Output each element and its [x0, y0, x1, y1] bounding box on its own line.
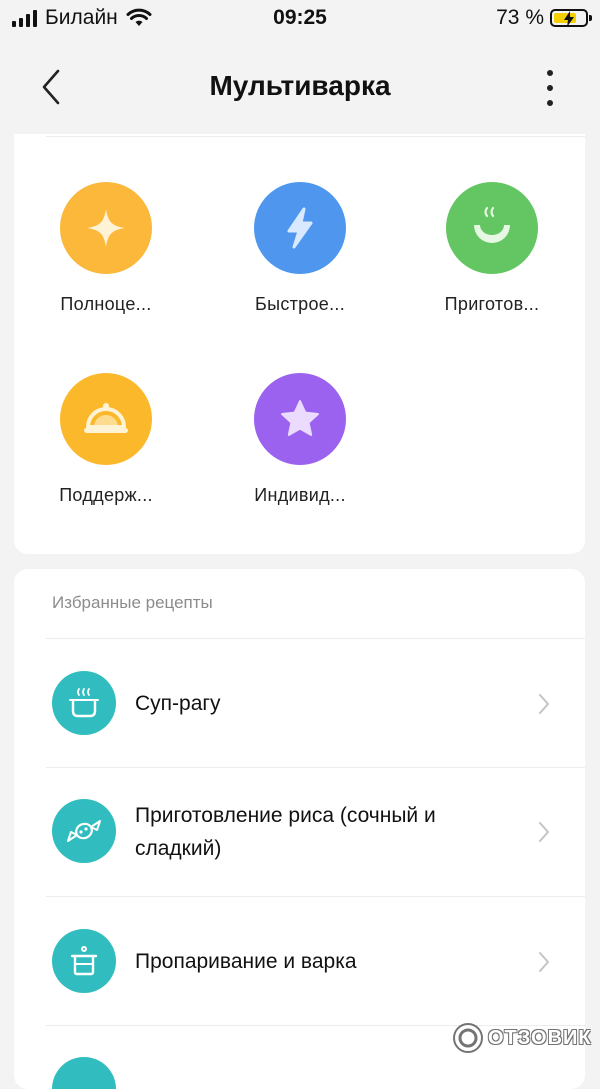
watermark-logo-icon	[453, 1023, 483, 1053]
mode-label: Поддерж...	[59, 485, 153, 505]
mode-item[interactable]: Приготов...	[417, 182, 567, 315]
section-title: Избранные рецепты	[52, 593, 213, 612]
recipe-item[interactable]: Пропаривание и варка	[14, 897, 585, 1025]
chevron-right-icon	[539, 694, 549, 714]
charging-bolt-icon	[564, 11, 574, 27]
app-header: Мультиварка	[0, 50, 600, 125]
watermark: ОТЗОВИК	[452, 1022, 592, 1054]
page-title: Мультиварка	[209, 70, 391, 101]
mode-item[interactable]: Индивид...	[225, 373, 375, 506]
chevron-right-icon	[539, 822, 549, 842]
mode-item[interactable]: Поддерж...	[31, 373, 181, 506]
mode-item[interactable]: Полноце...	[31, 182, 181, 315]
watermark-text: ОТЗОВИК	[488, 1026, 592, 1049]
battery-percent: 73 %	[496, 6, 544, 29]
favorite-recipes-card: Избранные рецепты Суп-рагу Приготовление…	[14, 569, 585, 1089]
candy-icon	[52, 799, 116, 863]
recipe-label: Суп-рагу	[135, 692, 221, 715]
mode-label: Индивид...	[254, 485, 346, 505]
status-bar: Билайн 09:25 73 %	[0, 0, 600, 40]
mode-label: Приготов...	[444, 294, 540, 314]
mode-item[interactable]: Быстрое...	[225, 182, 375, 315]
mode-label: Полноце...	[60, 294, 152, 314]
battery-icon	[550, 9, 592, 27]
recipe-label: Пропаривание и варка	[135, 950, 357, 973]
soup-pot-icon	[52, 671, 116, 735]
chevron-right-icon	[539, 952, 549, 972]
sparkle-icon	[60, 182, 152, 274]
more-vertical-icon	[547, 70, 553, 76]
recipe-item[interactable]: Приготовление риса (сочный и сладкий)	[14, 768, 585, 896]
steaming-bowl-icon	[446, 182, 538, 274]
steamer-pot-icon	[52, 929, 116, 993]
star-icon	[254, 373, 346, 465]
recipe-label: Приготовление риса (сочный и сладкий)	[135, 804, 436, 860]
cooking-modes-card: Полноце... Быстрое... Приготов... Поддер…	[14, 134, 585, 554]
recipe-icon	[52, 1057, 116, 1089]
recipe-item[interactable]: Суп-рагу	[14, 639, 585, 767]
lightning-icon	[254, 182, 346, 274]
more-options-button[interactable]	[540, 70, 560, 106]
status-right: 73 %	[496, 6, 592, 30]
food-cloche-icon	[60, 373, 152, 465]
mode-label: Быстрое...	[254, 294, 346, 314]
